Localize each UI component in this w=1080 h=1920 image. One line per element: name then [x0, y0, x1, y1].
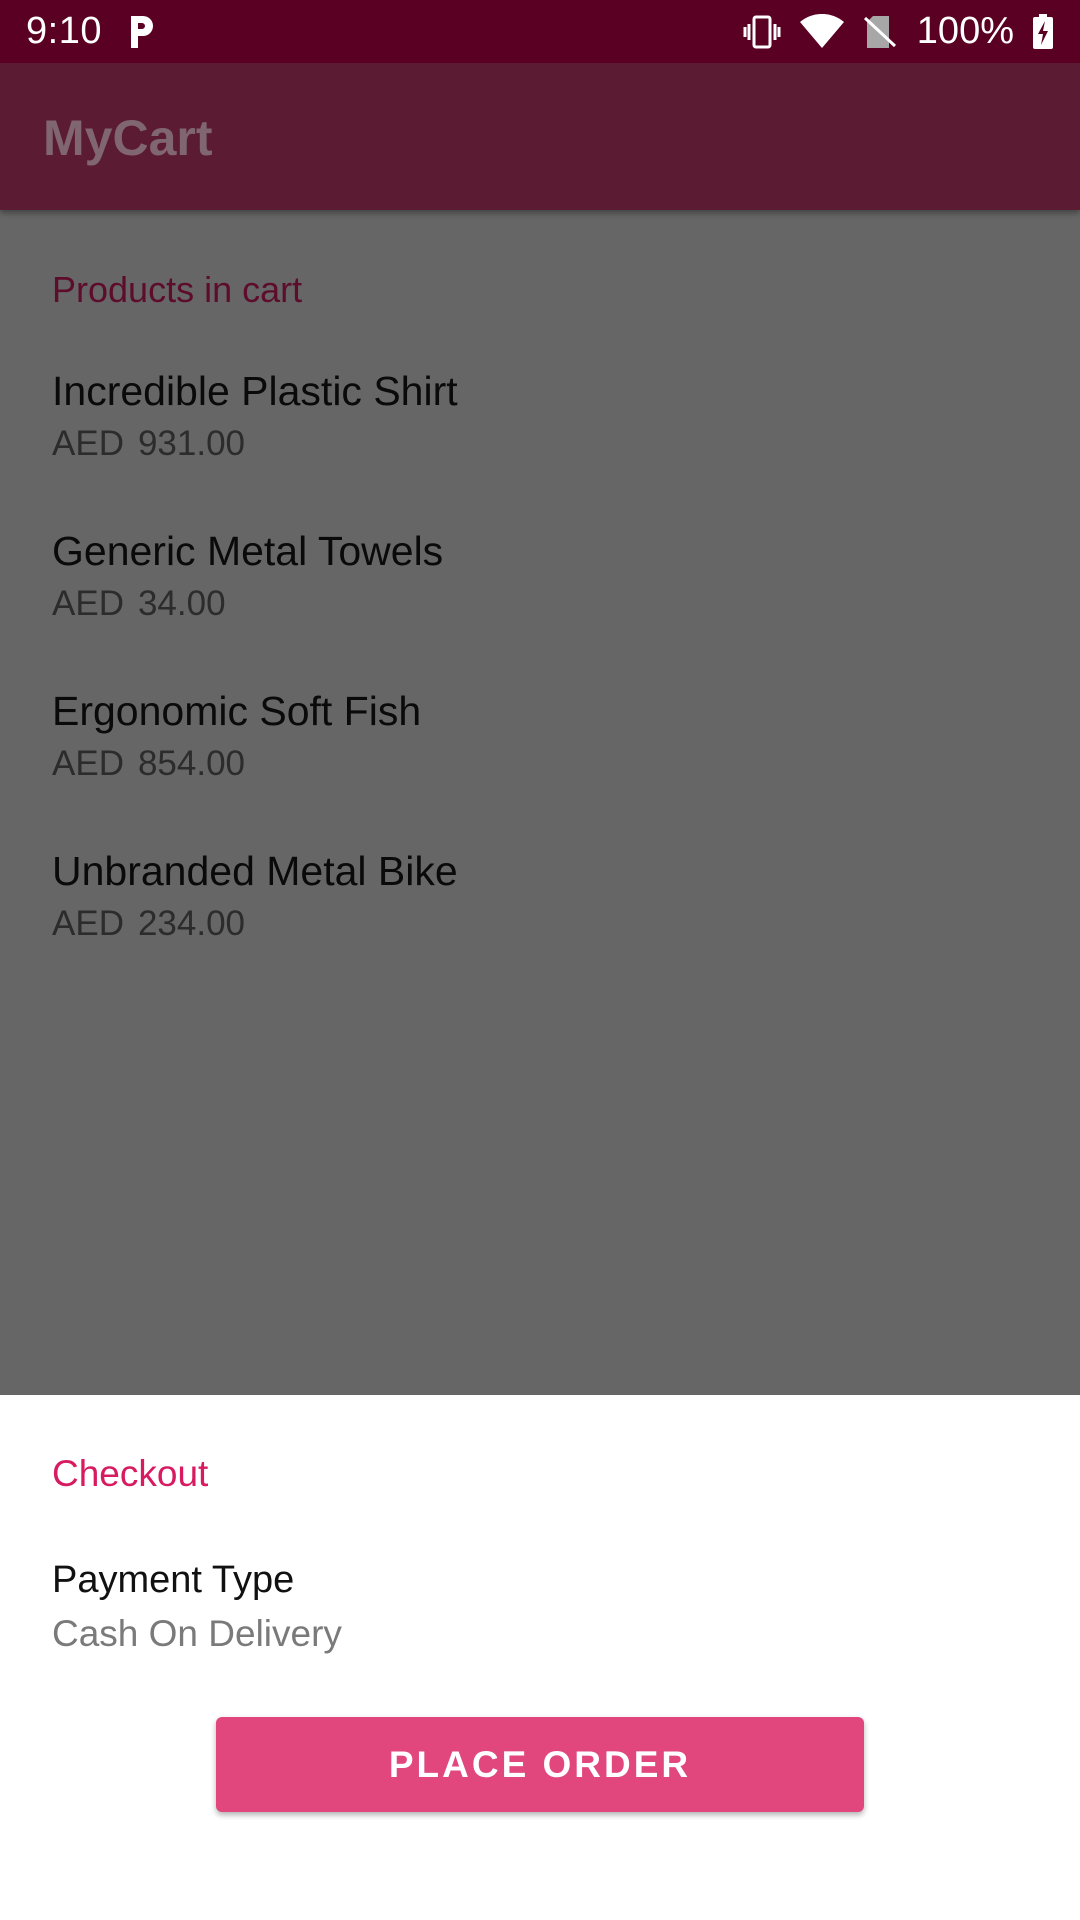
vibrate-icon	[743, 14, 781, 50]
item-name: Generic Metal Towels	[52, 528, 444, 574]
payment-type-value: Cash On Delivery	[52, 1613, 342, 1654]
list-item[interactable]: Unbranded Metal Bike AED 234.00	[52, 848, 1032, 1008]
screen: 9:10 100% MyCart Products in cart Incred…	[0, 0, 1080, 1920]
item-price: AED 34.00	[52, 584, 226, 624]
item-currency: AED	[52, 424, 124, 463]
item-price: AED 234.00	[52, 904, 245, 944]
place-order-button[interactable]: PLACE ORDER	[216, 1717, 864, 1812]
status-left: 9:10	[26, 10, 156, 53]
wifi-icon	[799, 13, 845, 50]
item-currency: AED	[52, 584, 124, 623]
no-sim-icon	[863, 14, 897, 50]
battery-charging-icon	[1032, 13, 1054, 50]
battery-percent: 100%	[916, 10, 1014, 52]
app-title: MyCart	[43, 110, 213, 166]
item-amount: 34.00	[137, 584, 226, 623]
list-item[interactable]: Generic Metal Towels AED 34.00	[52, 528, 1032, 688]
payment-type-label: Payment Type	[52, 1559, 295, 1601]
item-name: Unbranded Metal Bike	[52, 848, 458, 894]
item-price: AED 854.00	[52, 744, 245, 784]
cart-content-scrim[interactable]: Products in cart Incredible Plastic Shir…	[0, 210, 1080, 1395]
item-price: AED 931.00	[52, 424, 245, 464]
status-bar: 9:10 100%	[0, 0, 1080, 63]
cart-list: Incredible Plastic Shirt AED 931.00 Gene…	[52, 368, 1032, 1008]
item-amount: 234.00	[137, 904, 246, 943]
item-amount: 931.00	[137, 424, 246, 463]
app-bar: MyCart	[0, 63, 1080, 210]
item-currency: AED	[52, 904, 124, 943]
item-currency: AED	[52, 744, 124, 783]
parking-p-icon	[126, 14, 156, 50]
item-amount: 854.00	[137, 744, 246, 783]
list-item[interactable]: Incredible Plastic Shirt AED 931.00	[52, 368, 1032, 528]
list-item[interactable]: Ergonomic Soft Fish AED 854.00	[52, 688, 1032, 848]
item-name: Ergonomic Soft Fish	[52, 688, 422, 734]
item-name: Incredible Plastic Shirt	[52, 368, 458, 414]
checkout-bottom-sheet: Checkout Payment Type Cash On Delivery P…	[0, 1395, 1080, 1920]
checkout-title: Checkout	[52, 1453, 209, 1494]
status-time: 9:10	[26, 10, 102, 52]
status-right: 100%	[725, 10, 1054, 53]
section-header: Products in cart	[52, 269, 303, 310]
